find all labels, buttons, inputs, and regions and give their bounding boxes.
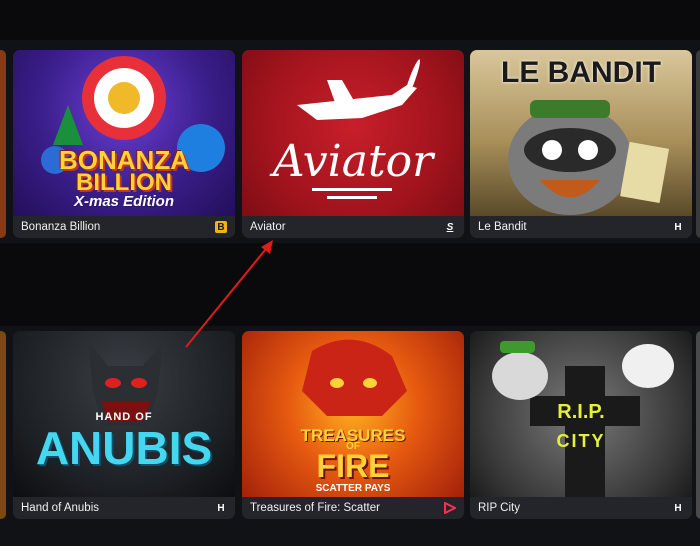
game-name: Bonanza Billion: [21, 221, 101, 233]
game-card-footer: Bonanza Billion B: [13, 216, 235, 238]
game-card-partial-right[interactable]: [696, 50, 700, 238]
b-square-icon: B: [215, 221, 227, 233]
art-title-line2: CITY: [556, 431, 606, 451]
game-card-treasures-of-fire[interactable]: TREASURES OF FIRE SCATTER PAYS Treasures…: [242, 331, 464, 519]
game-card-le-bandit[interactable]: LE BANDIT Le Bandit H: [470, 50, 692, 238]
hacksaw-h-icon: H: [674, 221, 682, 233]
game-thumbnail: LE BANDIT: [470, 50, 692, 216]
middle-band: [0, 243, 700, 326]
airplane-icon: [297, 59, 421, 199]
hacksaw-h-icon: H: [674, 502, 682, 514]
game-card-aviator[interactable]: Aviator Aviator S: [242, 50, 464, 238]
game-thumbnail: R.I.P. CITY: [470, 331, 692, 497]
game-name: Le Bandit: [478, 221, 527, 233]
game-thumbnail: HAND OF ANUBIS: [13, 331, 235, 497]
art-title-line3: FIRE: [316, 448, 390, 484]
hacksaw-h-icon: H: [217, 502, 225, 514]
game-thumbnail: BONANZA BILLION X-mas Edition: [13, 50, 235, 216]
game-name: Treasures of Fire: Scatter: [250, 502, 380, 514]
game-name: RIP City: [478, 502, 520, 514]
game-card-footer: Aviator S: [242, 216, 464, 238]
game-card-partial-left[interactable]: [0, 331, 6, 519]
game-card-partial-right[interactable]: [696, 331, 700, 519]
top-band: [0, 0, 700, 40]
game-card-footer: RIP City H: [470, 497, 692, 519]
play-triangle-icon: [444, 502, 456, 514]
game-card-partial-left[interactable]: [0, 50, 6, 238]
game-card-rip-city[interactable]: R.I.P. CITY RIP City H: [470, 331, 692, 519]
game-card-bonanza-billion[interactable]: BONANZA BILLION X-mas Edition Bonanza Bi…: [13, 50, 235, 238]
game-card-footer: Hand of Anubis H: [13, 497, 235, 519]
game-name: Hand of Anubis: [21, 502, 100, 514]
game-row-1: BONANZA BILLION X-mas Edition Bonanza Bi…: [0, 50, 700, 245]
art-title-line1: R.I.P.: [557, 401, 605, 423]
game-card-footer: Le Bandit H: [470, 216, 692, 238]
game-thumbnail: Aviator: [242, 50, 464, 216]
art-title-line4: SCATTER PAYS: [315, 483, 391, 494]
game-row-2: HAND OF ANUBIS Hand of Anubis H TREASURE…: [0, 331, 700, 526]
play-triangle-icon: [444, 502, 456, 514]
art-title-line2: ANUBIS: [35, 422, 213, 474]
art-title-line1: LE BANDIT: [501, 56, 661, 89]
art-title-line3: X-mas Edition: [73, 193, 174, 210]
spribe-s-icon: S: [446, 221, 454, 233]
game-thumbnail: TREASURES OF FIRE SCATTER PAYS: [242, 331, 464, 497]
art-title-line1: Aviator: [272, 136, 434, 187]
game-card-footer: Treasures of Fire: Scatter: [242, 497, 464, 519]
game-name: Aviator: [250, 221, 286, 233]
game-card-hand-of-anubis[interactable]: HAND OF ANUBIS Hand of Anubis H: [13, 331, 235, 519]
